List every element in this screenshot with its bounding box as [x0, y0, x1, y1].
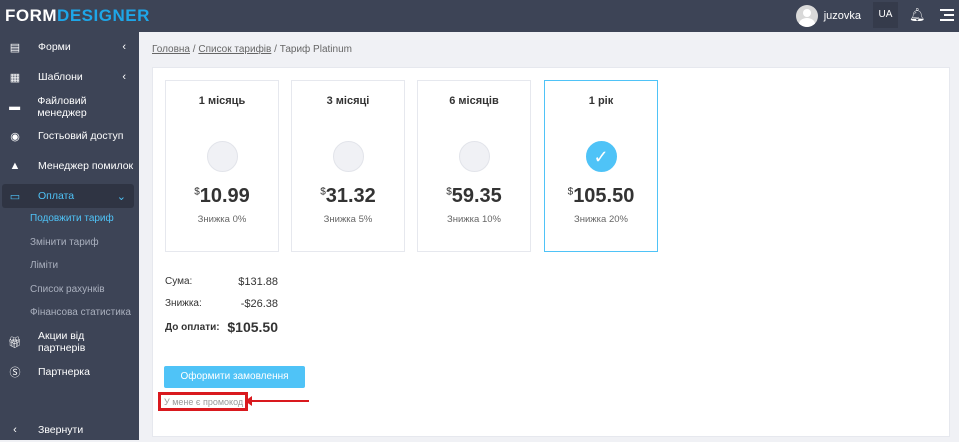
- sidebar-item-file-manager[interactable]: ▬ Файловий менеджер: [2, 95, 134, 119]
- sidebar: ▤ Форми ‹ ▦ Шаблони ‹ ▬ Файловий менеджер ◉ Го…: [0, 32, 139, 440]
- file-manager-icon: ▬: [9, 101, 21, 113]
- sidebar-item-error-manager[interactable]: ▲ Менеджер помилок: [2, 154, 134, 178]
- avatar: [795, 5, 818, 27]
- subitem-change-plan[interactable]: Змінити тариф: [30, 237, 99, 248]
- username: juzovka: [823, 10, 861, 22]
- menu-icon[interactable]: [940, 9, 954, 24]
- plan-card[interactable]: 6 місяців $59.35 Знижка 10%: [417, 80, 531, 252]
- sidebar-item-guest-access[interactable]: ◉ Гостьовий доступ: [2, 124, 134, 148]
- logo[interactable]: FORMDESIGNER: [5, 6, 150, 26]
- language-switcher[interactable]: UA: [873, 2, 898, 28]
- sidebar-collapse[interactable]: ‹ Звернути: [2, 418, 134, 442]
- user-menu[interactable]: juzovka: [795, 5, 861, 27]
- warning-icon: ▲: [9, 160, 21, 172]
- chevron-left-icon: ‹: [122, 41, 126, 53]
- bell-icon[interactable]: 🔔︎: [909, 7, 926, 23]
- sidebar-item-forms[interactable]: ▤ Форми ‹: [2, 35, 134, 59]
- chevron-left-icon: ‹: [122, 71, 126, 83]
- breadcrumb-current: Тариф Platinum: [279, 44, 352, 55]
- subitem-limits[interactable]: Ліміти: [30, 260, 58, 271]
- summary-sum: Сума: $131.88: [165, 276, 278, 288]
- arrow-annotation: [245, 396, 309, 406]
- card-icon: ▭: [9, 190, 21, 203]
- summary-total: До оплати: $105.50: [165, 319, 278, 335]
- radio-icon[interactable]: [458, 141, 490, 172]
- chevron-left-icon: ‹: [13, 424, 17, 436]
- gift-icon: 🎁︎: [8, 336, 22, 349]
- dollar-icon: Ⓢ: [9, 367, 21, 379]
- plan-card[interactable]: 3 місяці $31.32 Знижка 5%: [291, 80, 405, 252]
- chevron-down-icon: ⌄: [116, 190, 126, 203]
- subitem-finance-stats[interactable]: Фінансова статистика: [30, 307, 131, 318]
- breadcrumb: Головна / Список тарифів / Тариф Platinu…: [152, 44, 352, 55]
- plan-card[interactable]: 1 місяць $10.99 Знижка 0%: [165, 80, 279, 252]
- breadcrumb-home[interactable]: Головна: [152, 44, 190, 55]
- top-bar: FORMDESIGNER juzovka UA 🔔︎: [0, 0, 959, 32]
- summary-discount: Знижка: -$26.38: [165, 298, 278, 310]
- radio-icon[interactable]: [332, 141, 364, 172]
- radio-icon[interactable]: [206, 141, 238, 172]
- sidebar-item-payment[interactable]: ▭ Оплата ⌄: [2, 184, 134, 208]
- guest-icon: ◉: [10, 130, 20, 143]
- breadcrumb-plans[interactable]: Список тарифів: [198, 44, 271, 55]
- subitem-invoices[interactable]: Список рахунків: [30, 284, 105, 295]
- check-icon[interactable]: ✓: [585, 141, 617, 172]
- plan-card-selected[interactable]: 1 рік ✓ $105.50 Знижка 20%: [544, 80, 658, 252]
- forms-icon: ▤: [9, 41, 21, 54]
- sidebar-item-affiliate[interactable]: Ⓢ Партнерка: [2, 360, 134, 384]
- subitem-extend-plan[interactable]: Подовжити тариф: [30, 213, 114, 224]
- sidebar-item-templates[interactable]: ▦ Шаблони ‹: [2, 65, 134, 89]
- order-button[interactable]: Оформити замовлення: [164, 366, 305, 388]
- promo-code-link[interactable]: У мене є промокод: [158, 392, 248, 411]
- sidebar-item-partner-promos[interactable]: 🎁︎ Акции від партнерів: [2, 330, 134, 354]
- templates-icon: ▦: [9, 71, 21, 84]
